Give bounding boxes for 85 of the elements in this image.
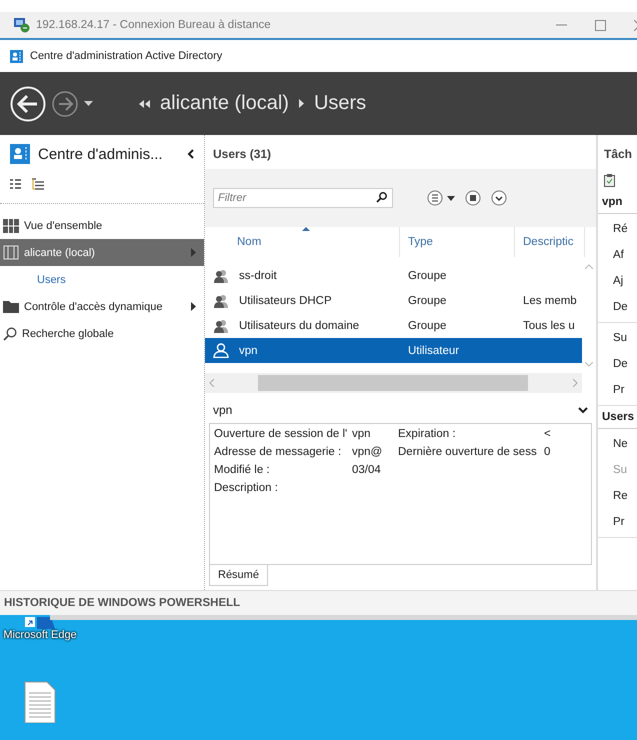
nav-item[interactable]: Users (0, 266, 204, 293)
field-label: Expiration : (398, 428, 457, 442)
table-row[interactable]: vpn Utilisateur (205, 338, 582, 363)
app-icon (10, 144, 30, 164)
table-cell-text: Groupe (407, 270, 448, 282)
forward-button-icon[interactable] (52, 90, 78, 116)
shortcut-icon[interactable] (25, 617, 55, 629)
field-label: Adresse de messagerie : (214, 446, 342, 460)
table-cell-text: Les memb (522, 294, 578, 306)
task-item[interactable]: Af (598, 242, 637, 268)
building-icon (3, 245, 19, 260)
table-cell: ss-droit (239, 270, 277, 282)
task-item[interactable]: De (598, 294, 637, 320)
table-row[interactable]: Utilisateurs DHCP Groupe Les memb (205, 288, 582, 313)
sort-arrow-icon (302, 227, 310, 231)
task-item[interactable]: Ré (598, 216, 637, 242)
group-icon (213, 294, 229, 308)
powershell-history-bar[interactable]: HISTORIQUE DE WINDOWS POWERSHELL (0, 590, 637, 615)
table-cell-text: Utilisateur (407, 344, 460, 356)
field-label: Description : (214, 482, 279, 496)
task-item[interactable]: Pr (598, 509, 637, 535)
column-header[interactable]: Descriptic (515, 227, 585, 257)
table-row[interactable]: ss-droit Groupe (205, 263, 582, 288)
save-icon[interactable] (465, 190, 481, 206)
double-chevron-icon[interactable] (139, 100, 150, 108)
grid-icon (3, 218, 19, 232)
field-label: Ouverture de session de l' (214, 428, 346, 442)
table-cell: Utilisateurs du domaine (239, 320, 360, 332)
task-item[interactable]: De (598, 351, 637, 377)
window-title: 192.168.24.17 - Connexion Bureau à distance (36, 19, 272, 31)
task-item[interactable]: Ne (598, 431, 637, 457)
field-value: vpn@ (352, 446, 384, 460)
task-item[interactable]: Re (598, 483, 637, 509)
field-value: < (544, 428, 552, 442)
collapse-icon[interactable] (187, 149, 194, 159)
task-item[interactable]: Aj (598, 268, 637, 294)
column-header[interactable]: Nom (205, 227, 400, 257)
remote-desktop-icon (14, 18, 30, 32)
task-item[interactable]: Su (598, 325, 637, 351)
preview-title: vpn (213, 403, 232, 417)
field-value: 03/04 (352, 464, 382, 478)
clipboard-icon[interactable] (604, 174, 615, 186)
table-cell-text: Groupe (407, 294, 448, 306)
field-label: Dernière ouverture de sess (398, 446, 538, 460)
caret-icon[interactable] (84, 101, 93, 106)
nav-item[interactable]: alicante (local) (0, 239, 204, 266)
group-icon (213, 268, 229, 282)
task-item[interactable]: Pr (598, 377, 637, 403)
breadcrumb-item[interactable]: Users (314, 92, 366, 115)
document-icon[interactable] (24, 681, 56, 723)
expand-icon[interactable] (491, 190, 507, 206)
field-label: Modifié le : (214, 464, 271, 478)
folder-icon (3, 300, 19, 313)
chevron-icon (298, 99, 304, 108)
app-icon (10, 50, 23, 62)
table-cell: vpn (239, 344, 258, 356)
table-cell: Utilisateurs DHCP (239, 294, 332, 306)
table-cell-text: Tous les u (522, 320, 576, 332)
nav-item[interactable]: Vue d'ensemble (0, 212, 204, 239)
user-icon (213, 343, 229, 358)
maximize-icon[interactable] (595, 20, 606, 30)
filter-field[interactable]: Filtrer (213, 188, 393, 208)
minimize-icon[interactable] (556, 24, 567, 26)
app-title: Centre d'administration Active Directory (30, 50, 222, 62)
tasks-title: Tâch (603, 146, 634, 163)
field-value: vpn (352, 428, 372, 442)
navigation-title: Centre d'adminis... (38, 146, 164, 162)
chevron-down-icon[interactable] (578, 406, 588, 414)
view-options-icon[interactable] (427, 190, 455, 206)
list-view-icon[interactable] (10, 179, 21, 189)
column-header[interactable]: Type (400, 227, 515, 257)
search-icon[interactable] (376, 192, 387, 203)
nav-item[interactable]: Recherche globale (0, 320, 204, 347)
nav-item[interactable]: Contrôle d'accès dynamique (0, 293, 204, 320)
expand-arrow-icon[interactable] (191, 302, 196, 311)
breadcrumb-item[interactable]: alicante (local) (160, 92, 289, 115)
list-title: Users (31) (212, 146, 272, 163)
group-icon (213, 318, 229, 332)
tree-view-icon[interactable] (31, 178, 45, 190)
table-row[interactable]: Utilisateurs du domaine Groupe Tous les u (205, 313, 582, 338)
search-icon (3, 326, 17, 340)
table-cell-text: Groupe (407, 320, 448, 332)
back-button-icon[interactable] (10, 86, 46, 122)
tab[interactable]: Résumé (209, 565, 268, 586)
field-value: 0 (544, 446, 552, 460)
